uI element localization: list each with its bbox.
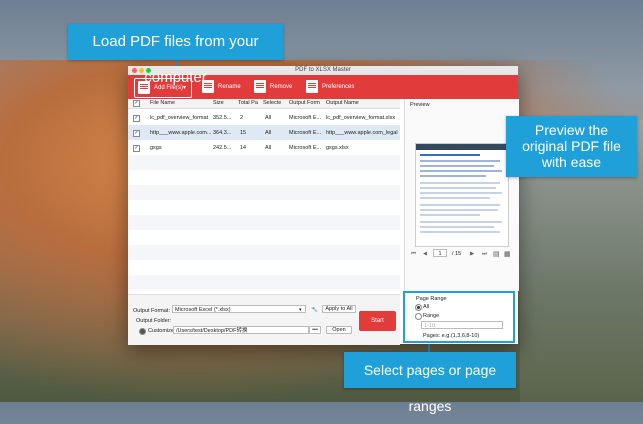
wrench-icon[interactable]: 🔧 [311,307,318,313]
thumbnail-line [420,221,502,223]
callout-load-files: Load PDF files from your computer [68,24,283,86]
thumbnail-line [420,160,500,162]
page-number-input[interactable]: 1 [433,249,447,257]
row-total-pages: 2 [240,115,244,121]
empty-row [128,185,400,200]
all-pages-label: All [423,304,430,310]
column-header-size[interactable]: Size [213,100,237,106]
thumbnail-line [420,226,494,228]
thumbnail-line [420,204,500,206]
row-size: 242.5... [213,145,232,151]
preview-panel: Preview ⏮ ◀ 1 / 15 ▶ ⏭ ▤ ▦ [404,99,519,291]
output-folder-input[interactable]: /Users/test/Desktop/PDF转换 [173,326,309,334]
callout-load-text: Load PDF files from your computer [92,33,259,86]
column-header-selected[interactable]: Selecte [263,100,287,106]
preview-page-thumbnail[interactable] [415,143,509,247]
column-header-output-format[interactable]: Output Form [289,100,325,106]
range-radio[interactable] [415,313,422,320]
thumbnail-line [420,165,494,167]
table-row[interactable]: ✓ http___www.apple.com... 364.3... 15 Al… [128,125,400,140]
select-all-checkbox[interactable]: ✓ [133,100,140,107]
customize-radio[interactable] [139,328,146,335]
single-page-view-icon[interactable]: ▤ [493,250,500,258]
open-folder-button[interactable]: Open [326,326,352,334]
preferences-button[interactable]: Preferences [306,78,366,96]
last-page-icon[interactable]: ⏭ [482,251,487,258]
total-pages-label: / 15 [452,251,462,257]
callout-preview-line1: Preview the [534,122,609,138]
row-selected[interactable]: All [265,115,285,121]
multi-page-view-icon[interactable]: ▦ [504,250,511,258]
page-range-panel: Page Range All Range 1-10 Pages: e.g.(1,… [403,291,515,343]
empty-row [128,275,400,290]
thumbnail-header-bar [416,144,508,150]
preview-label: Preview [410,102,430,108]
output-format-label: Output Format: [133,308,170,314]
row-checkbox[interactable]: ✓ [133,130,140,137]
thumbnail-line [420,197,490,199]
callout-preview: Preview the original PDF file with ease [506,116,637,177]
row-total-pages: 15 [240,130,247,136]
thumbnail-line [420,192,502,194]
preferences-icon [306,80,318,93]
row-output-name[interactable]: http___www.apple.com_legal... [326,130,398,136]
range-input[interactable]: 1-10 [421,321,503,329]
row-output-name[interactable]: lc_pdf_overview_format.xlsx [326,115,398,121]
thumbnail-line [420,175,486,177]
output-format-select[interactable]: Microsoft Excel (*.xlsx) [172,305,306,313]
first-page-icon[interactable]: ⏮ [411,251,416,258]
thumbnail-line [420,214,480,216]
callout-select-pages: Select pages or page ranges [344,352,516,414]
empty-row [128,215,400,230]
thumbnail-line [420,170,502,172]
thumbnail-line [420,209,498,211]
callout-pages-text: Select pages or page ranges [363,362,497,414]
page-range-title: Page Range [416,296,447,302]
row-output-name[interactable]: gsgs.xlsx [326,145,398,151]
table-row[interactable]: ✓ gsgs 242.5... 14 All Microsoft E... gs… [128,140,400,155]
thumbnail-line [420,182,500,184]
thumbnail-line [420,154,480,156]
prev-page-icon[interactable]: ◀ [423,251,427,257]
all-pages-radio[interactable] [415,304,422,311]
app-window: PDF to XLSX Master Add File(s) ▾ Rename … [128,66,519,345]
row-output-format[interactable]: Microsoft E... [289,115,325,121]
row-checkbox[interactable]: ✓ [133,145,140,152]
row-file-name: gsgs [150,145,162,151]
column-header-total-pages[interactable]: Total Pa [238,100,262,106]
callout-preview-line2: original PDF file [522,138,621,154]
output-folder-label: Output Folder: [136,318,172,324]
row-checkbox[interactable]: ✓ [133,115,140,122]
file-list: ✓ File Name Size Total Pa Selecte Output… [128,99,400,294]
table-row[interactable]: ✓ lc_pdf_overview_format 352.5... 2 All … [128,110,400,125]
customize-label: Customize: [148,328,176,334]
column-header-file-name[interactable]: File Name [150,100,210,106]
row-file-name: lc_pdf_overview_format [150,115,209,121]
empty-row [128,245,400,260]
row-output-format[interactable]: Microsoft E... [289,145,325,151]
browse-folder-button[interactable]: ••• [309,326,321,334]
row-selected[interactable]: All [265,130,285,136]
row-total-pages: 14 [240,145,247,151]
row-size: 364.3... [213,130,232,136]
row-selected[interactable]: All [265,145,285,151]
start-button[interactable]: Start [359,311,396,331]
thumbnail-line [420,231,500,233]
column-header-output-name[interactable]: Output Name [326,100,396,106]
row-file-name: http___www.apple.com... [150,130,212,136]
thumbnail-line [420,187,496,189]
chevron-down-icon[interactable]: ▾ [299,307,302,313]
page-navigation: ⏮ ◀ 1 / 15 ▶ ⏭ ▤ ▦ [405,247,519,261]
row-size: 352.5... [213,115,232,121]
callout-preview-line3: with ease [541,154,602,170]
empty-row [128,155,400,170]
range-label: Range [423,313,440,319]
preferences-label: Preferences [322,84,355,90]
apply-to-all-button[interactable]: Apply to All [322,305,356,313]
row-output-format[interactable]: Microsoft E... [289,130,325,136]
range-hint: Pages: e.g.(1,3,6,8-10) [423,333,480,339]
file-list-header: ✓ File Name Size Total Pa Selecte Output… [128,99,400,109]
next-page-icon[interactable]: ▶ [470,251,474,257]
